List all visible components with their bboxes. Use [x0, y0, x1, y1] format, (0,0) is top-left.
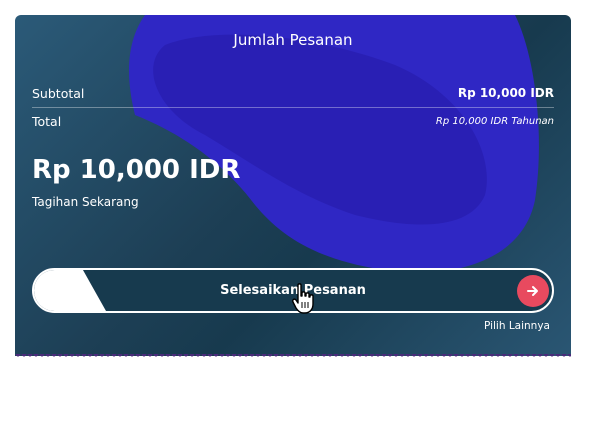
subtotal-value: Rp 10,000 IDR — [457, 86, 554, 100]
hand-pointer-icon — [292, 283, 314, 314]
scalloped-edge — [15, 354, 571, 358]
arrow-right-icon — [517, 275, 549, 307]
order-title: Jumlah Pesanan — [233, 31, 353, 49]
choose-other-link[interactable]: Pilih Lainnya — [484, 320, 550, 332]
amount-due: Rp 10,000 IDR — [32, 155, 241, 185]
divider — [32, 107, 554, 108]
total-row: Total Rp 10,000 IDR Tahunan — [32, 112, 554, 130]
subtotal-row: Subtotal Rp 10,000 IDR — [32, 83, 554, 103]
total-value: Rp 10,000 IDR Tahunan — [435, 115, 554, 127]
subtotal-label: Subtotal — [32, 85, 85, 101]
amount-caption: Tagihan Sekarang — [32, 195, 139, 209]
total-label: Total — [32, 113, 62, 129]
